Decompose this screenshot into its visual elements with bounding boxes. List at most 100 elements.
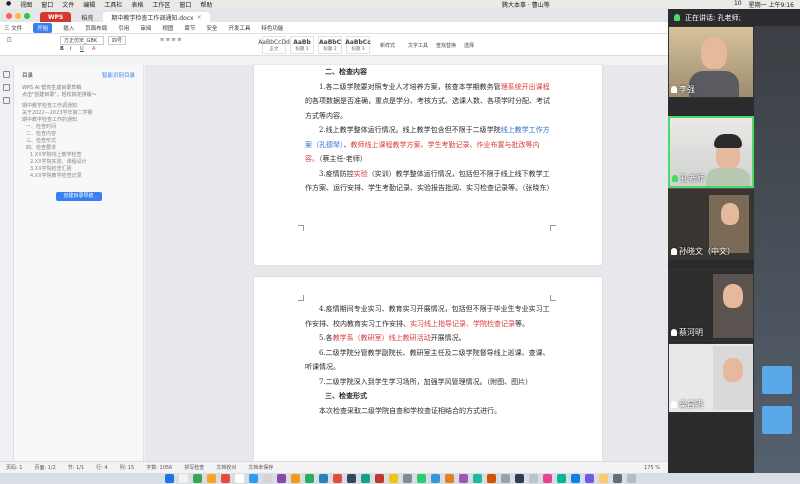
dock-app-icon[interactable] bbox=[388, 474, 398, 483]
toc-item[interactable]: 3.XX学院检查汇报 bbox=[22, 166, 135, 173]
status-item[interactable]: 拼写检查 bbox=[184, 464, 204, 471]
dock-app-icon[interactable] bbox=[416, 474, 426, 483]
dock-app-icon[interactable] bbox=[598, 474, 608, 483]
dock-app-icon[interactable] bbox=[444, 474, 454, 483]
menu-item[interactable]: 审阅 bbox=[140, 24, 151, 32]
dock-app-icon[interactable] bbox=[206, 474, 216, 483]
smart-toc-button[interactable]: 智能识别目录 bbox=[102, 71, 135, 79]
status-item[interactable]: 文档未保存 bbox=[248, 464, 273, 471]
close-window-button[interactable] bbox=[6, 13, 12, 19]
dock-app-icon[interactable] bbox=[346, 474, 356, 483]
new-style-button[interactable]: 新样式 bbox=[380, 42, 395, 49]
menu-item[interactable]: 安全 bbox=[206, 24, 217, 32]
participant-tile-active[interactable]: 孔老师 bbox=[668, 116, 754, 188]
dock-app-icon[interactable] bbox=[248, 474, 258, 483]
menu-item[interactable]: 引用 bbox=[118, 24, 129, 32]
style-gallery-item[interactable]: AaBbC 标题 2 bbox=[318, 36, 342, 54]
document-canvas[interactable]: 二、检查内容 1.各二级学院要对照专业人才培养方案，核查本学期教务管理系统开出课… bbox=[145, 65, 668, 461]
dock-app-icon[interactable] bbox=[584, 474, 594, 483]
folder-icon[interactable] bbox=[762, 366, 792, 394]
style-gallery-item[interactable]: AaBbCc 标题 3 bbox=[345, 36, 371, 54]
menubar-item[interactable]: 工作区 bbox=[152, 0, 170, 9]
style-gallery-item[interactable]: AaBbCcDd 正文 bbox=[258, 36, 290, 54]
dock-app-icon[interactable] bbox=[500, 474, 510, 483]
font-color-icon[interactable]: A bbox=[92, 46, 95, 52]
dock-app-icon[interactable] bbox=[626, 474, 636, 483]
dock-app-icon[interactable] bbox=[514, 474, 524, 483]
align-icons[interactable]: ≡ ≡ ≡ ≡ bbox=[160, 37, 182, 43]
dock-app-icon[interactable] bbox=[332, 474, 342, 483]
underline-icon[interactable]: U bbox=[80, 46, 84, 52]
paste-icon[interactable]: 📋 bbox=[6, 37, 12, 43]
close-tab-icon[interactable]: × bbox=[197, 14, 202, 21]
menu-item[interactable]: 插入 bbox=[63, 24, 74, 32]
menubar-clock[interactable]: 星期一 上午9:16 bbox=[749, 0, 794, 9]
dock-app-icon[interactable] bbox=[528, 474, 538, 483]
toc-item[interactable]: 4.XX学院教学检查记录 bbox=[22, 173, 135, 180]
dock-app-icon[interactable] bbox=[360, 474, 370, 483]
dock-app-icon[interactable] bbox=[220, 474, 230, 483]
participant-tile[interactable]: 孙晓文（中文） bbox=[668, 188, 754, 260]
font-name-select[interactable]: 方正仿宋_GBK bbox=[60, 36, 104, 45]
document-page-2[interactable]: 4.疫情期间专业实习、教育实习开展情况，包括但不限于毕业生专业实习工作安排、校内… bbox=[254, 277, 602, 461]
menubar-item[interactable]: 视图 bbox=[20, 0, 32, 9]
font-size-select[interactable]: 四号 bbox=[108, 36, 127, 45]
dock-app-icon[interactable] bbox=[430, 474, 440, 483]
thumbnail-icon[interactable] bbox=[3, 97, 10, 104]
status-item[interactable]: 文档校对 bbox=[216, 464, 236, 471]
dock-app-icon[interactable] bbox=[374, 474, 384, 483]
select-button[interactable]: 选择 bbox=[464, 42, 474, 49]
folder-icon[interactable] bbox=[762, 406, 792, 434]
dock-app-icon[interactable] bbox=[164, 474, 174, 483]
menu-item[interactable]: 开发工具 bbox=[228, 24, 250, 32]
dock-app-icon[interactable] bbox=[178, 474, 188, 483]
toc-item[interactable]: 期中教学检查工作的通知 bbox=[22, 117, 135, 124]
text-tools-button[interactable]: 文字工具 bbox=[408, 42, 428, 49]
toc-item[interactable]: 关于2022—2023学年第二学期 bbox=[22, 110, 135, 117]
menubar-item[interactable]: 工具栏 bbox=[104, 0, 122, 9]
menu-item[interactable]: 视图 bbox=[162, 24, 173, 32]
toc-item[interactable]: 2.XX学院实验、课程设计 bbox=[22, 159, 135, 166]
menu-item[interactable]: 三 文件 bbox=[4, 24, 22, 32]
dock-app-icon[interactable] bbox=[472, 474, 482, 483]
menubar-item[interactable]: 编辑 bbox=[83, 0, 95, 9]
menu-item[interactable]: 特色功能 bbox=[261, 24, 283, 32]
tab-document[interactable]: 期中教学检查工作调通知.docx × bbox=[103, 12, 210, 22]
dock-app-icon[interactable] bbox=[192, 474, 202, 483]
minimize-window-button[interactable] bbox=[15, 13, 21, 19]
dock-app-icon[interactable] bbox=[234, 474, 244, 483]
dock-app-icon[interactable] bbox=[402, 474, 412, 483]
tab-docer[interactable]: 稻壳 bbox=[73, 12, 101, 22]
menubar-status[interactable]: 10 bbox=[734, 0, 742, 9]
toc-item[interactable]: 1.XX学院线上教学检查 bbox=[22, 152, 135, 159]
style-gallery-item[interactable]: AaBb 标题 1 bbox=[290, 36, 314, 54]
tab-wps-home[interactable]: WPS bbox=[40, 12, 72, 22]
participant-tile[interactable]: 李强 bbox=[668, 26, 754, 98]
menu-item[interactable]: 页面布局 bbox=[85, 24, 107, 32]
toc-item[interactable]: 四、检查要求 bbox=[22, 145, 135, 152]
menubar-item[interactable]: 文件 bbox=[62, 0, 74, 9]
menu-item[interactable]: 章节 bbox=[184, 24, 195, 32]
bold-icon[interactable]: B bbox=[60, 46, 64, 52]
dock-app-icon[interactable] bbox=[290, 474, 300, 483]
status-item[interactable]: 175 % bbox=[644, 465, 660, 471]
dock-app-icon[interactable] bbox=[262, 474, 272, 483]
menubar-item[interactable]: 窗口 bbox=[179, 0, 191, 9]
italic-icon[interactable]: I bbox=[70, 46, 71, 52]
dock-app-icon[interactable] bbox=[570, 474, 580, 483]
toc-item[interactable]: 二、检查内容 bbox=[22, 131, 135, 138]
toc-item[interactable]: 期中教学检查工作调通知 bbox=[22, 103, 135, 110]
create-toc-button[interactable]: 创建目录导航 bbox=[55, 192, 102, 201]
dock-app-icon[interactable] bbox=[612, 474, 622, 483]
dock-app-icon[interactable] bbox=[556, 474, 566, 483]
apple-menu-icon[interactable]: ● bbox=[6, 0, 11, 9]
toc-item[interactable]: 一、检查时间 bbox=[22, 124, 135, 131]
find-replace-button[interactable]: 查找替换 bbox=[436, 42, 456, 49]
dock-app-icon[interactable] bbox=[542, 474, 552, 483]
participant-tile[interactable]: 梁昌明 bbox=[668, 343, 754, 413]
zoom-window-button[interactable] bbox=[24, 13, 30, 19]
menu-item[interactable]: 开始 bbox=[33, 22, 53, 33]
dock-app-icon[interactable] bbox=[486, 474, 496, 483]
dock-app-icon[interactable] bbox=[318, 474, 328, 483]
menubar-item[interactable]: 帮助 bbox=[200, 0, 212, 9]
